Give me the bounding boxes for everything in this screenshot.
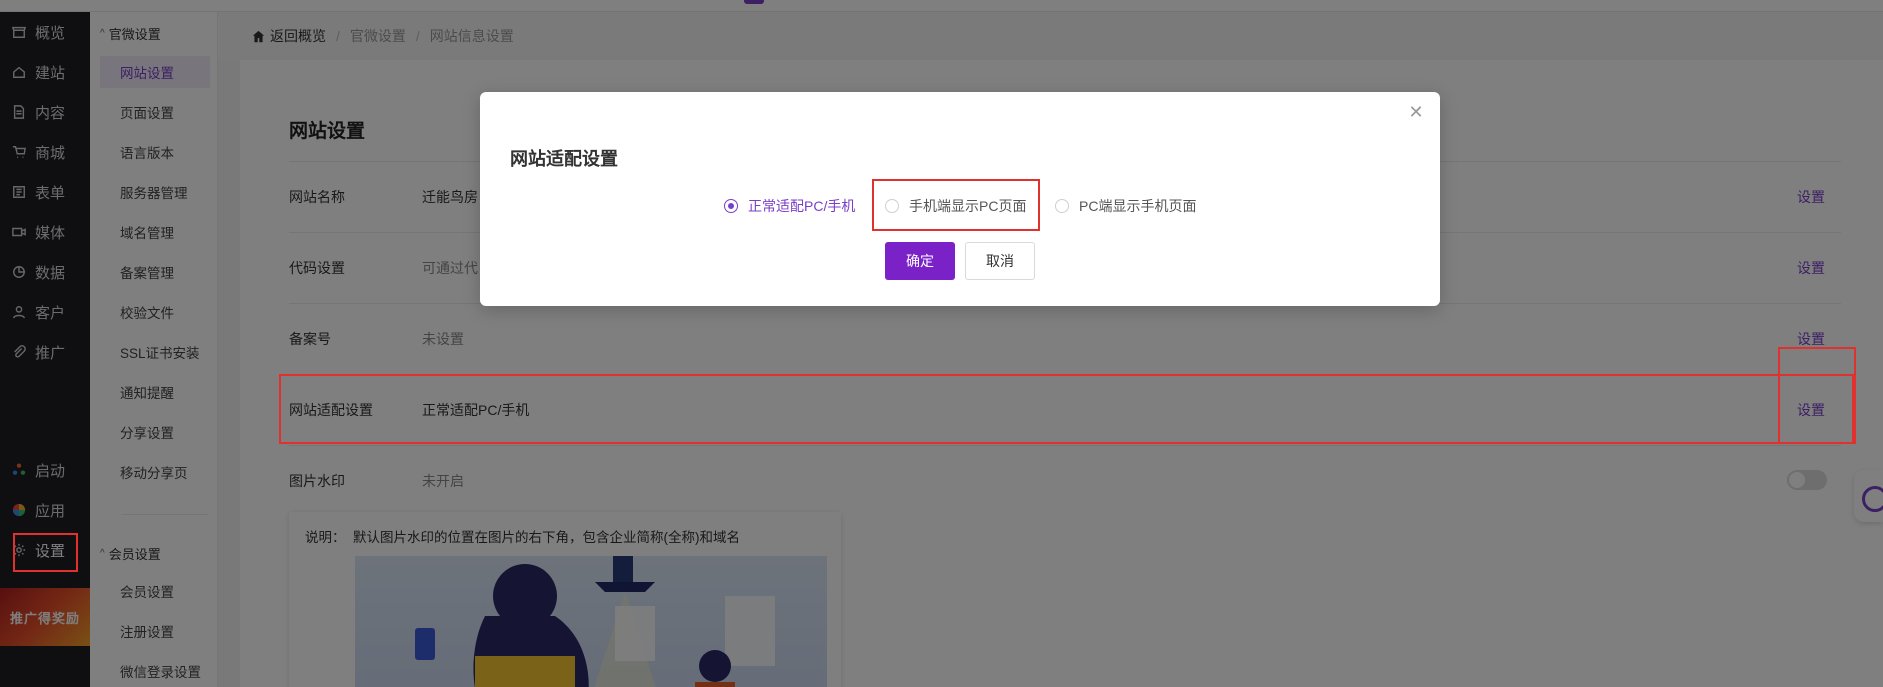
radio-label: PC端显示手机页面 (1079, 198, 1197, 214)
radio-icon (1055, 199, 1069, 213)
radio-icon (724, 199, 738, 213)
confirm-button[interactable]: 确定 (885, 242, 955, 280)
highlight-set-button (1778, 347, 1856, 444)
modal-title: 网站适配设置 (510, 149, 618, 169)
highlight-adaptation-row (279, 374, 1854, 444)
radio-option-normal[interactable]: 正常适配PC/手机 (724, 196, 855, 216)
cancel-button[interactable]: 取消 (965, 242, 1035, 280)
highlight-mobile-pc-option (872, 179, 1040, 231)
radio-label: 正常适配PC/手机 (748, 198, 856, 214)
highlight-settings-nav (13, 533, 78, 572)
radio-option-pc-shows-mobile[interactable]: PC端显示手机页面 (1055, 196, 1196, 216)
close-icon[interactable]: ✕ (1406, 102, 1426, 122)
